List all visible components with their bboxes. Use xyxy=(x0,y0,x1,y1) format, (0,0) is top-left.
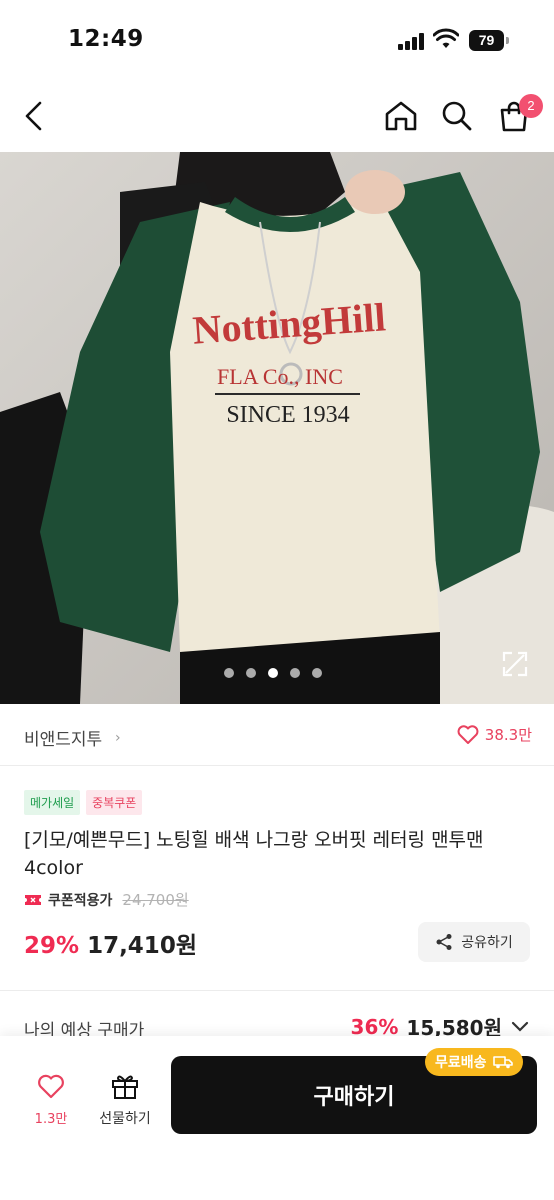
carousel-dot-active[interactable] xyxy=(268,668,278,678)
carousel-indicator xyxy=(224,666,322,680)
print-line2: FLA Co., INC xyxy=(217,364,343,389)
wish-button[interactable]: 1.3만 xyxy=(26,1074,76,1127)
carousel-dot[interactable] xyxy=(312,668,322,678)
search-button[interactable] xyxy=(437,96,477,136)
top-nav xyxy=(0,80,554,152)
store-like-count: 38.3만 xyxy=(484,726,532,744)
battery-icon: 79 xyxy=(469,30,509,51)
print-line3: SINCE 1934 xyxy=(226,402,349,428)
bottom-action-bar: 1.3만 선물하기 구매하기 무료배송 xyxy=(0,1036,554,1200)
heart-icon xyxy=(457,724,479,744)
signal-icon xyxy=(398,32,424,50)
share-icon xyxy=(436,934,452,950)
mega-sale-badge: 메가세일 xyxy=(24,790,81,815)
carousel-dot[interactable] xyxy=(224,668,234,678)
promo-badges: 메가세일 중복쿠폰 xyxy=(24,790,143,815)
coupon-label: 쿠폰적용가 xyxy=(48,892,113,909)
status-bar: 12:49 79 xyxy=(0,0,554,80)
store-like-button[interactable]: 38.3만 xyxy=(457,724,532,745)
seller-row[interactable]: 비앤드지투 › 38.3만 xyxy=(0,704,554,766)
sale-price: 17,410원 xyxy=(87,933,197,959)
seller-name[interactable]: 비앤드지투 xyxy=(24,725,102,750)
gift-icon xyxy=(112,1075,138,1099)
chevron-right-icon: › xyxy=(115,730,121,746)
coupon-price-row: 쿠폰적용가 24,700원 xyxy=(24,889,189,910)
product-photo: NottingHill FLA Co., INC SINCE 1934 xyxy=(0,152,554,704)
share-label: 공유하기 xyxy=(461,935,513,951)
free-shipping-label: 무료배송 xyxy=(435,1055,487,1071)
home-button[interactable] xyxy=(381,96,421,136)
wifi-icon xyxy=(433,28,459,48)
wish-count: 1.3만 xyxy=(34,1112,68,1127)
discount-rate: 29% xyxy=(24,933,80,959)
home-icon xyxy=(385,101,417,131)
section-divider xyxy=(0,990,554,991)
cart-count-badge: 2 xyxy=(519,94,543,118)
chevron-left-icon xyxy=(25,101,42,131)
chevron-down-icon xyxy=(511,1021,529,1032)
product-image-carousel[interactable]: NottingHill FLA Co., INC SINCE 1934 xyxy=(0,152,554,704)
coupon-icon xyxy=(25,894,41,905)
original-price: 24,700원 xyxy=(122,891,189,909)
search-icon xyxy=(442,101,472,131)
double-coupon-badge: 중복쿠폰 xyxy=(86,790,143,815)
free-shipping-badge: 무료배송 xyxy=(425,1048,523,1076)
carousel-dot[interactable] xyxy=(246,668,256,678)
back-button[interactable] xyxy=(14,96,54,136)
heart-icon xyxy=(38,1074,64,1099)
gift-button[interactable]: 선물하기 xyxy=(90,1072,160,1128)
status-time: 12:49 xyxy=(68,26,144,52)
expand-icon[interactable] xyxy=(502,651,528,677)
expected-discount: 36% xyxy=(350,1014,399,1039)
product-title: [기모/예쁜무드] 노팅힐 배색 나그랑 오버핏 레터링 맨투맨 4color xyxy=(24,829,484,879)
gift-label: 선물하기 xyxy=(99,1111,151,1127)
truck-icon xyxy=(492,1056,513,1069)
share-button[interactable]: 공유하기 xyxy=(418,922,530,962)
carousel-dot[interactable] xyxy=(290,668,300,678)
price-row: 29% 17,410원 xyxy=(24,926,197,960)
battery-level: 79 xyxy=(469,30,504,51)
